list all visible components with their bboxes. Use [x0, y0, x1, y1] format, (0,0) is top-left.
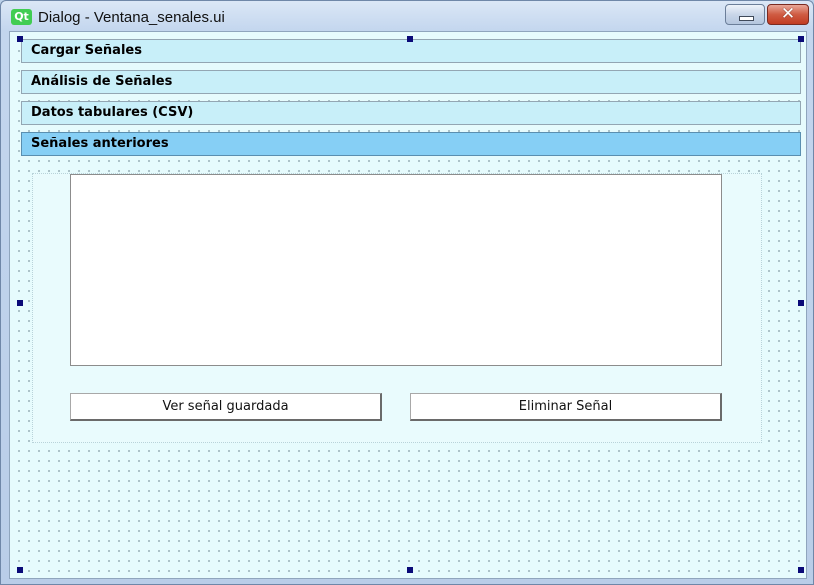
form-canvas: Cargar Señales Análisis de Señales Datos… — [9, 31, 807, 579]
toolbox-tab-datos-tabulares[interactable]: Datos tabulares (CSV) — [21, 101, 801, 125]
selection-handle-top[interactable] — [407, 36, 413, 42]
toolbox-tab-analisis-senales[interactable]: Análisis de Señales — [21, 70, 801, 94]
view-saved-signal-button[interactable]: Ver señal guardada — [70, 393, 382, 421]
window-title: Dialog - Ventana_senales.ui — [38, 9, 225, 26]
designer-window: Qt Dialog - Ventana_senales.ui ✕ Cargar … — [0, 0, 814, 585]
qt-logo-icon: Qt — [11, 9, 32, 25]
selection-handle-bottom-right[interactable] — [798, 567, 804, 573]
delete-signal-button[interactable]: Eliminar Señal — [410, 393, 722, 421]
title-bar[interactable]: Qt Dialog - Ventana_senales.ui ✕ — [1, 1, 813, 31]
selection-handle-top-left[interactable] — [17, 36, 23, 42]
toolbox-tab-cargar-senales[interactable]: Cargar Señales — [21, 39, 801, 63]
selection-handle-top-right[interactable] — [798, 36, 804, 42]
close-button[interactable]: ✕ — [767, 4, 809, 25]
minimize-button[interactable] — [725, 4, 765, 25]
toolbox-tab-senales-anteriores[interactable]: Señales anteriores — [21, 132, 801, 156]
selection-handle-bottom[interactable] — [407, 567, 413, 573]
selection-handle-right[interactable] — [798, 300, 804, 306]
selection-handle-left[interactable] — [17, 300, 23, 306]
selection-handle-bottom-left[interactable] — [17, 567, 23, 573]
saved-signals-list[interactable] — [70, 174, 722, 366]
